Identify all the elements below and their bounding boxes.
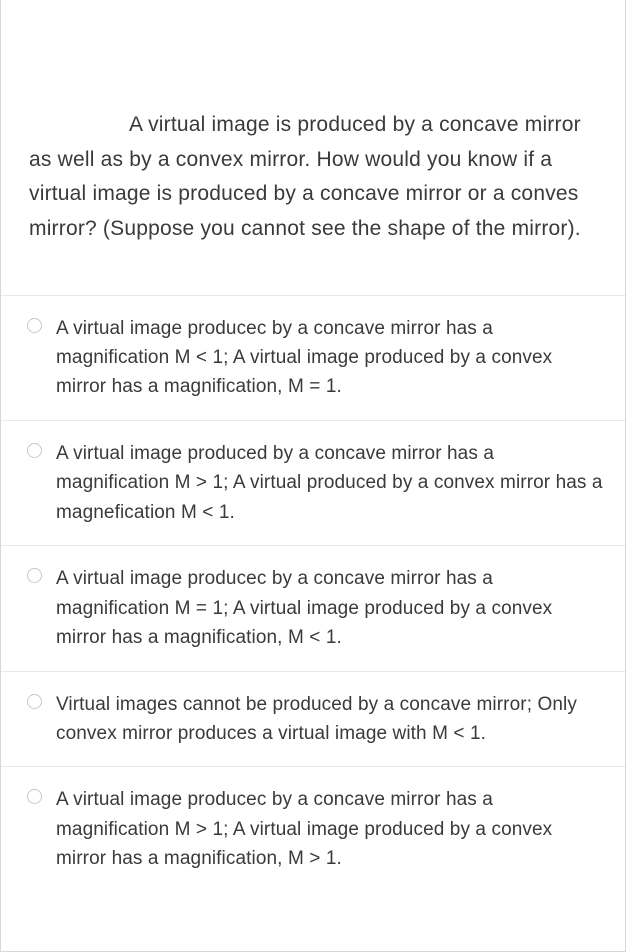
option-2[interactable]: A virtual image produced by a concave mi… [1, 421, 625, 546]
option-5-text: A virtual image producec by a concave mi… [56, 785, 605, 873]
option-2-text: A virtual image produced by a concave mi… [56, 439, 605, 527]
option-1-text: A virtual image producec by a concave mi… [56, 314, 605, 402]
option-4-text: Virtual images cannot be produced by a c… [56, 690, 605, 749]
option-5[interactable]: A virtual image producec by a concave mi… [1, 767, 625, 891]
option-3-text: A virtual image producec by a concave mi… [56, 564, 605, 652]
option-1[interactable]: A virtual image producec by a concave mi… [1, 296, 625, 421]
radio-icon [27, 568, 42, 583]
question-prompt: A virtual image is produced by a concave… [1, 0, 625, 295]
radio-icon [27, 694, 42, 709]
question-card: A virtual image is produced by a concave… [0, 0, 626, 952]
radio-icon [27, 318, 42, 333]
option-3[interactable]: A virtual image producec by a concave mi… [1, 546, 625, 671]
radio-icon [27, 789, 42, 804]
question-text: A virtual image is produced by a concave… [29, 113, 581, 240]
radio-icon [27, 443, 42, 458]
options-list: A virtual image producec by a concave mi… [1, 295, 625, 892]
option-4[interactable]: Virtual images cannot be produced by a c… [1, 672, 625, 768]
